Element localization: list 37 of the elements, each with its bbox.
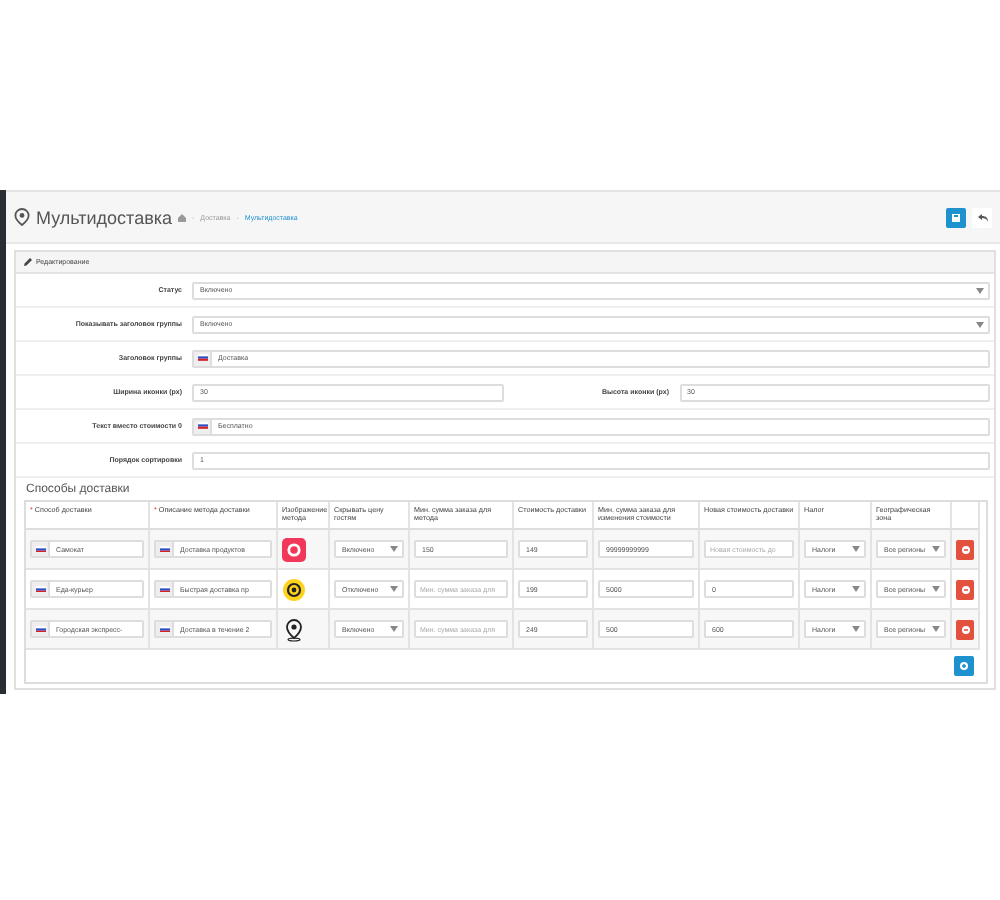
caret-icon [852, 546, 860, 552]
save-button[interactable] [946, 207, 966, 227]
caret-icon [932, 546, 940, 552]
remove-button[interactable] [956, 539, 974, 559]
save-icon [952, 213, 960, 221]
back-button[interactable] [972, 207, 992, 227]
caret-icon [976, 321, 984, 327]
home-icon [178, 213, 186, 221]
caret-icon [390, 586, 398, 592]
flag-icon [159, 585, 169, 593]
plus-circle-icon [960, 662, 968, 670]
flag-icon [159, 545, 169, 553]
remove-button[interactable] [956, 579, 974, 599]
caret-icon [390, 626, 398, 632]
caret-icon [852, 626, 860, 632]
back-arrow-icon [977, 213, 987, 221]
map-pin-icon [14, 208, 30, 226]
minus-circle-icon [961, 545, 969, 553]
caret-icon [976, 287, 984, 293]
pencil-icon [24, 258, 32, 266]
at-sign-logo-icon [282, 577, 306, 601]
flag-icon [197, 354, 207, 362]
caret-icon [390, 546, 398, 552]
flag-icon [35, 585, 45, 593]
flag-icon [159, 625, 169, 633]
flag-icon [197, 422, 207, 430]
flag-icon [35, 545, 45, 553]
minus-circle-icon [961, 625, 969, 633]
add-button[interactable] [954, 656, 974, 676]
caret-icon [852, 586, 860, 592]
remove-button[interactable] [956, 619, 974, 639]
caret-icon [932, 626, 940, 632]
flag-icon [35, 625, 45, 633]
map-pin-icon [282, 617, 306, 641]
caret-icon [932, 586, 940, 592]
page-title: Мультидоставка [36, 207, 172, 227]
minus-circle-icon [961, 585, 969, 593]
